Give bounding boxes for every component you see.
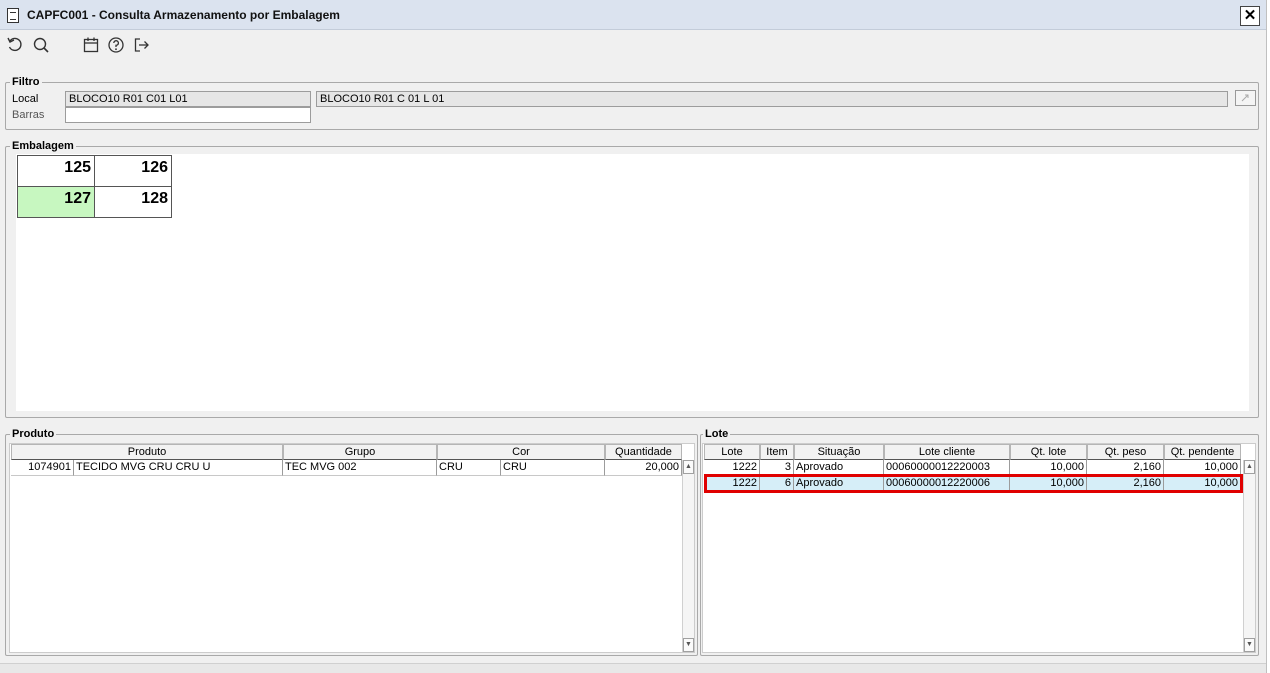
column-header-situacao[interactable]: Situação: [794, 444, 884, 460]
produto-table: Produto Grupo Cor Quantidade 1074901 TEC…: [9, 443, 695, 653]
cell-quantidade: 20,000: [605, 460, 682, 476]
close-button[interactable]: ✕: [1240, 6, 1260, 26]
filtro-title: Filtro: [10, 76, 42, 88]
column-header-qt-peso[interactable]: Qt. peso: [1087, 444, 1164, 460]
embalagem-cell-128[interactable]: 128: [94, 186, 172, 218]
toolbar: [0, 30, 1266, 60]
lookup-icon: [1241, 94, 1249, 102]
cell-cor: CRU: [501, 460, 605, 476]
column-header-produto[interactable]: Produto: [11, 444, 283, 460]
produto-scrollbar[interactable]: ▲ ▼: [682, 460, 694, 652]
column-header-qt-lote[interactable]: Qt. lote: [1010, 444, 1087, 460]
column-header-qt-pendente[interactable]: Qt. pendente: [1164, 444, 1241, 460]
embalagem-cell-125[interactable]: 125: [17, 155, 95, 187]
local-code-field[interactable]: BLOCO10 R01 C01 L01: [65, 91, 311, 107]
local-label: Local: [12, 93, 39, 105]
lote-title: Lote: [703, 428, 731, 440]
column-header-grupo[interactable]: Grupo: [283, 444, 437, 460]
status-bar: [0, 663, 1266, 673]
local-description-field: BLOCO10 R01 C 01 L 01: [316, 91, 1228, 107]
scroll-down-icon[interactable]: ▼: [683, 638, 694, 652]
window-title: CAPFC001 - Consulta Armazenamento por Em…: [27, 8, 340, 22]
lote-scrollbar[interactable]: ▲ ▼: [1243, 460, 1255, 652]
column-header-cor[interactable]: Cor: [437, 444, 605, 460]
refresh-icon[interactable]: [6, 36, 24, 54]
embalagem-title: Embalagem: [10, 140, 76, 152]
cell-codigo: 1074901: [11, 460, 74, 476]
scroll-up-icon[interactable]: ▲: [1244, 460, 1255, 474]
cell-cor-codigo: CRU: [437, 460, 501, 476]
document-icon: [7, 8, 19, 23]
selected-row-highlight: [704, 474, 1243, 493]
window-edge: [1266, 0, 1270, 673]
scroll-up-icon[interactable]: ▲: [683, 460, 694, 474]
search-icon[interactable]: [32, 36, 50, 54]
barras-input[interactable]: [65, 107, 311, 123]
cell-produto: TECIDO MVG CRU CRU U: [74, 460, 283, 476]
calendar-icon[interactable]: [82, 36, 100, 54]
column-header-lote-cliente[interactable]: Lote cliente: [884, 444, 1010, 460]
column-header-lote[interactable]: Lote: [704, 444, 760, 460]
embalagem-grid: 125 126 127 128: [16, 154, 1249, 411]
column-header-quantidade[interactable]: Quantidade: [605, 444, 682, 460]
local-lookup-button[interactable]: [1235, 90, 1256, 106]
lote-table: Lote Item Situação Lote cliente Qt. lote…: [702, 443, 1256, 653]
barras-label: Barras: [12, 109, 45, 121]
help-icon[interactable]: [107, 36, 125, 54]
embalagem-cell-126[interactable]: 126: [94, 155, 172, 187]
embalagem-cell-127[interactable]: 127: [17, 186, 95, 218]
column-header-item[interactable]: Item: [760, 444, 794, 460]
produto-title: Produto: [10, 428, 57, 440]
exit-icon[interactable]: [132, 36, 150, 54]
scroll-down-icon[interactable]: ▼: [1244, 638, 1255, 652]
title-bar: CAPFC001 - Consulta Armazenamento por Em…: [0, 0, 1266, 30]
cell-grupo: TEC MVG 002: [283, 460, 437, 476]
